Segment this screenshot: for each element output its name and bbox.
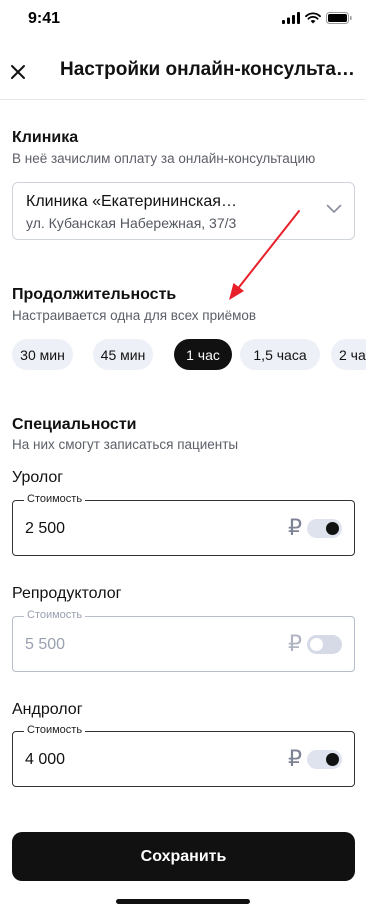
price-value[interactable]: 5 500 xyxy=(25,636,65,654)
toggle-knob xyxy=(326,753,339,766)
duration-chip-90[interactable]: 1,5 часа xyxy=(240,339,320,370)
ruble-icon: ₽ xyxy=(288,631,302,656)
clinic-section-subtitle: В неё зачислим оплату за онлайн-консульт… xyxy=(12,151,316,166)
duration-chips: 30 мин 45 мин 1 час 1,5 часа 2 часа xyxy=(0,339,366,371)
close-icon xyxy=(11,65,25,79)
price-value[interactable]: 2 500 xyxy=(25,520,65,538)
specialty-name: Андролог xyxy=(12,701,83,718)
price-value[interactable]: 4 000 xyxy=(25,751,65,769)
price-field-label: Стоимость xyxy=(24,493,86,505)
specialty-name: Уролог xyxy=(12,469,64,486)
save-button[interactable]: Сохранить xyxy=(12,832,355,881)
clinic-select[interactable]: Клиника «Екатерининская… ул. Кубанская Н… xyxy=(12,182,355,240)
specialties-section-subtitle: На них смогут записаться пациенты xyxy=(12,437,239,452)
status-time: 9:41 xyxy=(28,10,61,27)
ruble-icon: ₽ xyxy=(288,746,302,771)
specialty-name: Репродуктолог xyxy=(12,585,122,602)
duration-section-title: Продолжительность xyxy=(12,286,177,303)
duration-chip-120[interactable]: 2 часа xyxy=(331,339,366,370)
wifi-icon xyxy=(305,12,321,24)
nav-header: Настройки онлайн-консультаций xyxy=(0,44,366,100)
price-field-label: Стоимость xyxy=(24,724,86,736)
clinic-name: Клиника «Екатерининская… xyxy=(26,193,237,210)
battery-icon xyxy=(326,12,352,24)
price-field-urologist[interactable]: Стоимость 2 500 ₽ xyxy=(12,493,355,556)
status-icons xyxy=(282,12,352,24)
price-field-label: Стоимость xyxy=(24,609,86,621)
specialty-toggle[interactable] xyxy=(307,750,342,769)
price-field-reproductologist[interactable]: Стоимость 5 500 ₽ xyxy=(12,609,355,672)
duration-section-subtitle: Настраивается одна для всех приёмов xyxy=(12,308,257,323)
toggle-knob xyxy=(310,638,323,651)
chevron-down-icon xyxy=(326,204,342,213)
duration-chip-45[interactable]: 45 мин xyxy=(93,339,153,370)
price-field-andrologist[interactable]: Стоимость 4 000 ₽ xyxy=(12,724,355,787)
specialties-section-title: Специальности xyxy=(12,416,137,433)
signal-icon xyxy=(282,12,300,24)
clinic-address: ул. Кубанская Набережная, 37/3 xyxy=(26,215,237,231)
clinic-section-title: Клиника xyxy=(12,129,79,146)
ruble-icon: ₽ xyxy=(288,515,302,540)
specialty-toggle[interactable] xyxy=(307,519,342,538)
page-title: Настройки онлайн-консультаций xyxy=(60,59,360,80)
duration-chip-60[interactable]: 1 час xyxy=(174,339,232,370)
duration-chip-30[interactable]: 30 мин xyxy=(12,339,73,370)
toggle-knob xyxy=(326,522,339,535)
specialty-toggle[interactable] xyxy=(307,635,342,654)
home-indicator xyxy=(116,899,250,904)
status-bar: 9:41 xyxy=(0,0,366,44)
close-button[interactable] xyxy=(4,54,32,90)
